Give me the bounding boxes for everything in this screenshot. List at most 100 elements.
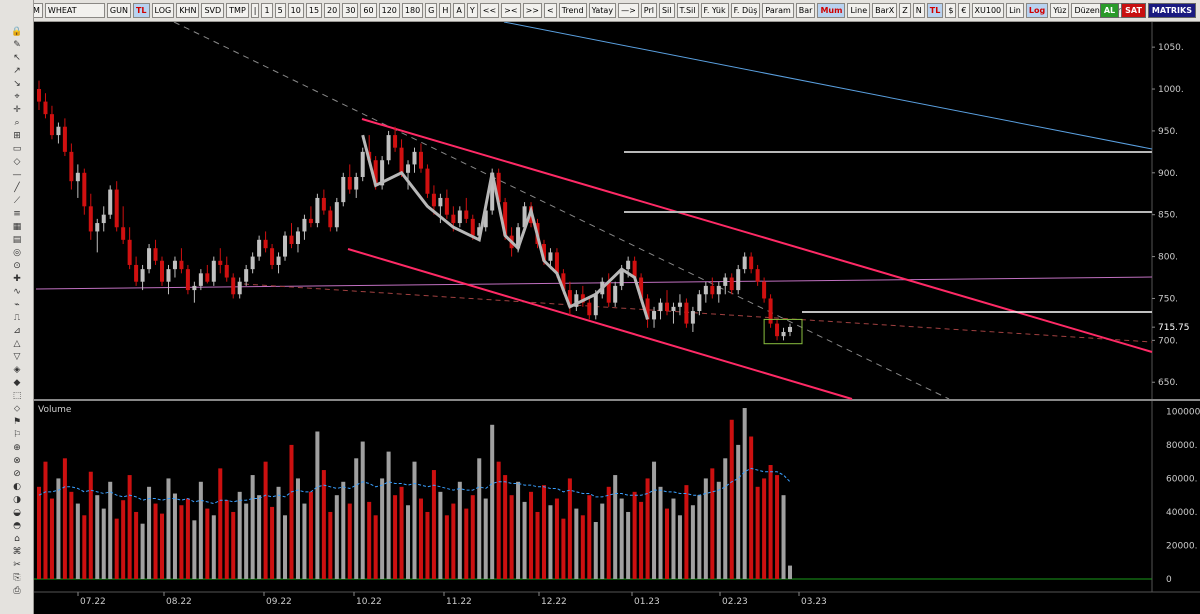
buy-button[interactable]: AL — [1099, 3, 1120, 18]
tool-icon-5[interactable]: ⌖ — [7, 91, 27, 103]
toolbar-button-37[interactable]: Z — [899, 3, 911, 18]
tool-icon-10[interactable]: ◇ — [7, 156, 27, 168]
tool-icon-22[interactable]: ⎍ — [7, 312, 27, 324]
tool-icon-7[interactable]: ⌕ — [7, 117, 27, 129]
toolbar-button-38[interactable]: N — [912, 3, 925, 18]
tool-icon-35[interactable]: ◐ — [7, 481, 27, 493]
toolbar-button-12[interactable]: 30 — [342, 3, 359, 18]
tool-icon-17[interactable]: ◎ — [7, 247, 27, 259]
toolbar-button-7[interactable]: 1 — [261, 3, 273, 18]
toolbar-button-25[interactable]: Yatay — [588, 3, 617, 18]
tool-icon-40[interactable]: ⌘ — [7, 546, 27, 558]
toolbar-button-1[interactable]: TL — [132, 3, 150, 18]
toolbar-button-36[interactable]: BarX — [872, 3, 898, 18]
tool-icon-2[interactable]: ↖ — [7, 52, 27, 64]
toolbar-button-10[interactable]: 15 — [305, 3, 323, 18]
tool-icon-23[interactable]: ⊿ — [7, 325, 27, 337]
toolbar-button-40[interactable]: $ — [945, 3, 957, 18]
tool-icon-12[interactable]: ╱ — [7, 182, 27, 194]
chart-svg[interactable]: 1050. 1000. 950. 900. 850. 800. 750. 715.75 700.… — [34, 21, 1200, 614]
tool-icon-31[interactable]: ⚐ — [7, 429, 27, 441]
tool-icon-6[interactable]: ✛ — [7, 104, 27, 116]
toolbar-button-21[interactable]: >< — [501, 3, 521, 18]
toolbar-button-45[interactable]: Yüz — [1050, 3, 1070, 18]
toolbar-button-26[interactable]: —> — [618, 3, 639, 18]
toolbar-button-35[interactable]: Line — [847, 3, 871, 18]
toolbar-button-2[interactable]: LOG — [151, 3, 175, 18]
tool-icon-4[interactable]: ↘ — [7, 78, 27, 90]
toolbar-button-31[interactable]: F. Düş — [730, 3, 761, 18]
sell-button[interactable]: SAT — [1121, 3, 1146, 18]
tool-icon-36[interactable]: ◑ — [7, 494, 27, 506]
tool-icon-33[interactable]: ⊗ — [7, 455, 27, 467]
toolbar-button-11[interactable]: 20 — [324, 3, 341, 18]
toolbar-button-27[interactable]: Prl — [640, 3, 657, 18]
toolbar-button-30[interactable]: F. Yük — [700, 3, 729, 18]
toolbar-button-16[interactable]: G — [425, 3, 438, 18]
tool-icon-1[interactable]: ✎ — [7, 39, 27, 51]
toolbar-button-14[interactable]: 120 — [378, 3, 400, 18]
tool-icon-39[interactable]: ⌂ — [7, 533, 27, 545]
tool-icon-14[interactable]: ≡ — [7, 208, 27, 220]
tool-icon-29[interactable]: ⬦ — [7, 403, 27, 415]
toolbar-button-24[interactable]: Trend — [558, 3, 587, 18]
tool-icon-19[interactable]: ✚ — [7, 273, 27, 285]
toolbar-button-4[interactable]: SVD — [201, 3, 225, 18]
symbol-field[interactable]: WHEAT — [44, 3, 105, 18]
tool-icon-28[interactable]: ⬚ — [7, 390, 27, 402]
tool-icon-30[interactable]: ⚑ — [7, 416, 27, 428]
toolbar-button-43[interactable]: Lin — [1006, 3, 1024, 18]
chart-area[interactable]: 1050. 1000. 950. 900. 850. 800. 750. 715.75 700.… — [34, 21, 1200, 614]
toolbar-button-22[interactable]: >> — [522, 3, 542, 18]
tool-icon-16[interactable]: ▤ — [7, 234, 27, 246]
toolbar-button-32[interactable]: Param — [762, 3, 794, 18]
candle-body — [690, 311, 695, 324]
tool-icon-27[interactable]: ◆ — [7, 377, 27, 389]
toolbar-button-5[interactable]: TMP — [226, 3, 249, 18]
toolbar-button-3[interactable]: KHN — [176, 3, 200, 18]
tool-icon-24[interactable]: △ — [7, 338, 27, 350]
tool-icon-43[interactable]: ⎙ — [7, 585, 27, 597]
toolbar-button-8[interactable]: 5 — [274, 3, 286, 18]
toolbar-button-18[interactable]: A — [453, 3, 465, 18]
volume-bar — [244, 503, 249, 579]
toolbar-button-29[interactable]: T.Sil — [676, 3, 699, 18]
tool-icon-25[interactable]: ▽ — [7, 351, 27, 363]
tool-icon-9[interactable]: ▭ — [7, 143, 27, 155]
tool-icon-42[interactable]: ⎘ — [7, 572, 27, 584]
tool-icon-3[interactable]: ↗ — [7, 65, 27, 77]
toolbar-button-44[interactable]: Log — [1025, 3, 1049, 18]
toolbar-button-34[interactable]: Mum — [817, 3, 846, 18]
tool-icon-11[interactable]: — — [7, 169, 27, 181]
volume-bar — [328, 511, 333, 579]
toolbar-button-9[interactable]: 10 — [287, 3, 304, 18]
tool-icon-20[interactable]: ∿ — [7, 286, 27, 298]
toolbar-button-46[interactable]: Düzen — [1071, 3, 1103, 18]
tool-icon-0[interactable]: 🔒 — [7, 26, 27, 38]
toolbar-button-33[interactable]: Bar — [795, 3, 816, 18]
candle-body — [328, 210, 333, 228]
tool-icon-15[interactable]: ▦ — [7, 221, 27, 233]
toolbar-button-6[interactable]: | — [250, 3, 260, 18]
toolbar-button-28[interactable]: Sil — [658, 3, 675, 18]
toolbar-button-0[interactable]: GUN — [106, 3, 131, 18]
toolbar-button-20[interactable]: << — [479, 3, 500, 18]
tool-icon-34[interactable]: ⊘ — [7, 468, 27, 480]
tool-icon-38[interactable]: ◓ — [7, 520, 27, 532]
toolbar-button-41[interactable]: € — [958, 3, 970, 18]
toolbar-button-15[interactable]: 180 — [401, 3, 424, 18]
tool-icon-37[interactable]: ◒ — [7, 507, 27, 519]
tool-icon-41[interactable]: ✂ — [7, 559, 27, 571]
tool-icon-32[interactable]: ⊕ — [7, 442, 27, 454]
toolbar-button-19[interactable]: Y — [466, 3, 478, 18]
tool-icon-21[interactable]: ⌁ — [7, 299, 27, 311]
tool-icon-8[interactable]: ⊞ — [7, 130, 27, 142]
toolbar-button-42[interactable]: XU100 — [971, 3, 1005, 18]
tool-icon-13[interactable]: ⟋ — [7, 195, 27, 207]
tool-icon-26[interactable]: ◈ — [7, 364, 27, 376]
toolbar-button-13[interactable]: 60 — [360, 3, 377, 18]
toolbar-button-39[interactable]: TL — [926, 3, 944, 18]
tool-icon-18[interactable]: ⊙ — [7, 260, 27, 272]
toolbar-button-23[interactable]: < — [543, 3, 557, 18]
toolbar-button-17[interactable]: H — [439, 3, 452, 18]
